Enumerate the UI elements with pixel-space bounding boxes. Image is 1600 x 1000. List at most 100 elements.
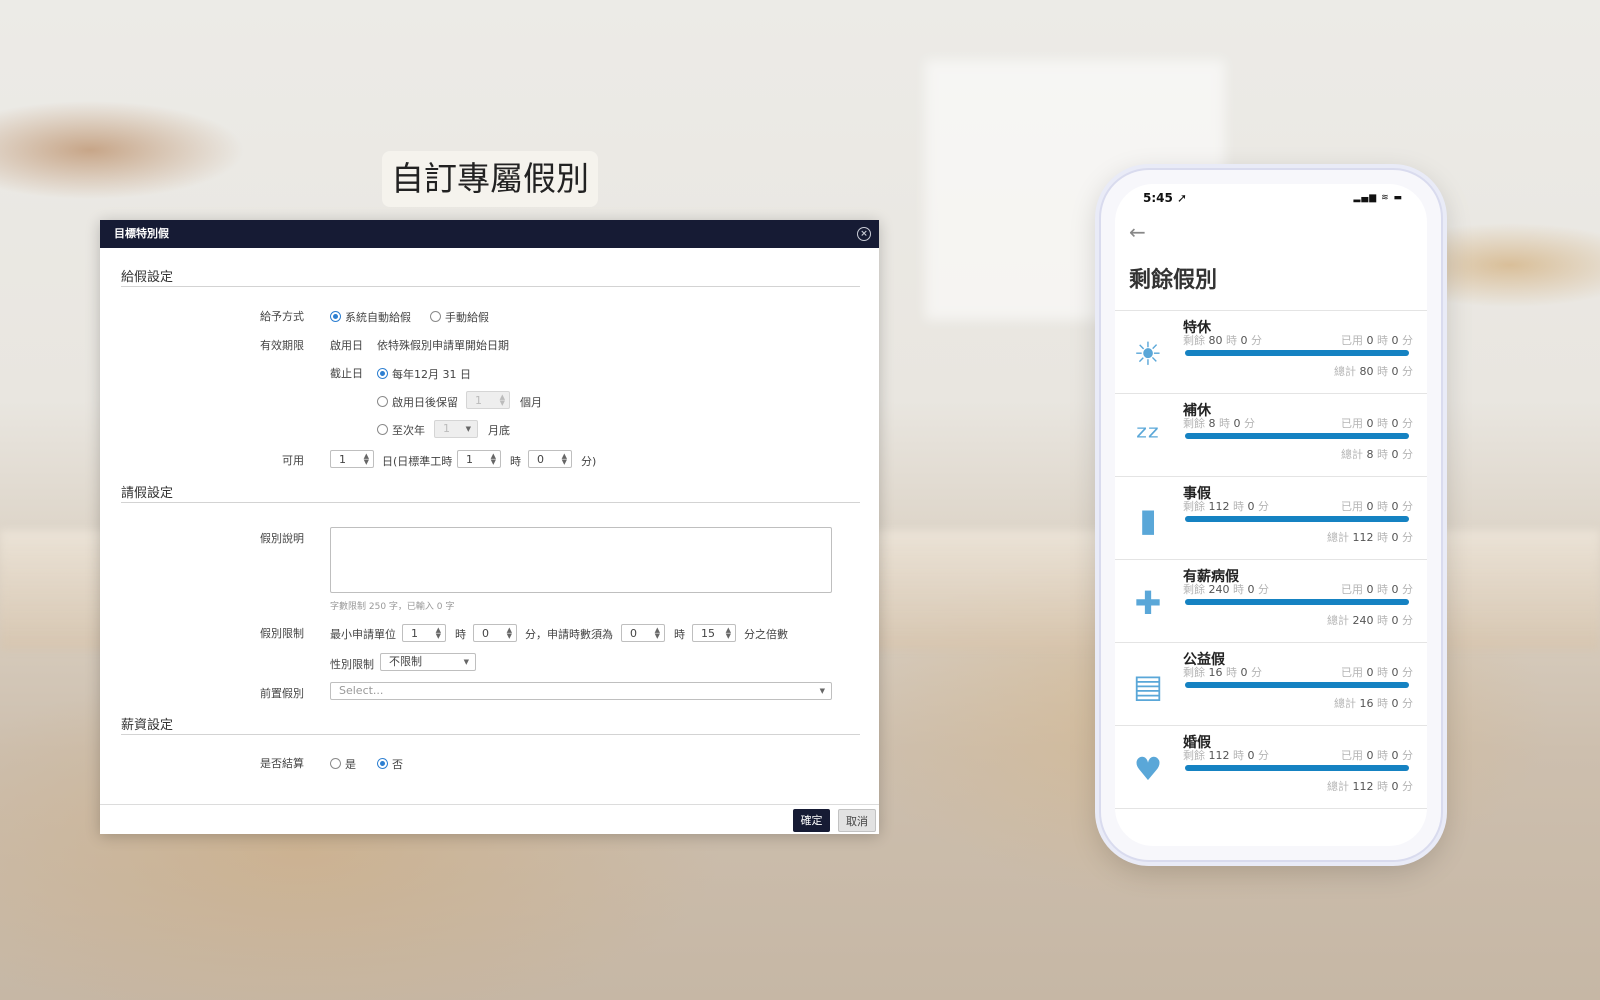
- radio-auto-grant[interactable]: 系統自動給假: [330, 309, 411, 325]
- leave-remaining: 剩餘 112 時 0 分: [1183, 747, 1269, 763]
- used-minutes: 0: [1391, 500, 1399, 513]
- confirm-button[interactable]: 確定: [793, 809, 830, 832]
- leave-used: 已用 0 時 0 分: [1341, 747, 1413, 763]
- radio-manual-grant[interactable]: 手動給假: [430, 309, 489, 325]
- hour-unit: 時: [1377, 666, 1388, 679]
- used-key: 已用: [1341, 500, 1363, 513]
- leave-item[interactable]: ▤ 公益假 剩餘 16 時 0 分已用 0 時 0 分總計 16 時 0 分: [1115, 642, 1427, 725]
- hour-unit: 時: [1377, 417, 1388, 430]
- radio-end-keep-months[interactable]: 啟用日後保留: [377, 394, 458, 410]
- multiple-minutes-stepper[interactable]: 15 ▲ ▼: [692, 624, 736, 642]
- stepper-arrows-icon: ▲ ▼: [561, 452, 567, 466]
- radio-selected-icon: [377, 758, 388, 769]
- total-key: 總計: [1327, 531, 1349, 544]
- keep-months-stepper[interactable]: 1 ▲ ▼: [466, 391, 510, 409]
- min-hours-stepper[interactable]: 1 ▲ ▼: [402, 624, 446, 642]
- minute-unit: 分: [1258, 749, 1269, 762]
- stepper-arrows-icon: ▲ ▼: [499, 393, 505, 407]
- hour-unit: 時: [1377, 780, 1388, 793]
- min-minutes-stepper[interactable]: 0 ▲ ▼: [473, 624, 517, 642]
- settle-yes-label: 是: [345, 758, 356, 771]
- leave-total: 總計 112 時 0 分: [1327, 778, 1413, 794]
- leave-item[interactable]: ✚ 有薪病假 剩餘 240 時 0 分已用 0 時 0 分總計 240 時 0 分: [1115, 559, 1427, 642]
- stepper-arrows-icon: ▲ ▼: [506, 626, 512, 640]
- radio-manual-label: 手動給假: [445, 311, 489, 324]
- grant-section-title: 給假設定: [121, 270, 174, 285]
- available-hours-stepper[interactable]: 1 ▲ ▼: [457, 450, 501, 468]
- apply-section-title: 請假設定: [121, 486, 174, 501]
- minute-unit: 分: [1402, 666, 1413, 679]
- stepper-value: 1: [475, 394, 482, 407]
- gender-limit-select[interactable]: 不限制 ▼: [380, 653, 476, 671]
- used-minutes: 0: [1391, 417, 1399, 430]
- used-key: 已用: [1341, 583, 1363, 596]
- back-arrow-icon[interactable]: ←: [1129, 220, 1146, 244]
- hour-unit: 時: [1377, 500, 1388, 513]
- multiple-hours-stepper[interactable]: 0 ▲ ▼: [621, 624, 665, 642]
- stepper-value: 0: [630, 627, 637, 640]
- stepper-arrows-icon: ▲ ▼: [363, 452, 369, 466]
- hour-unit: 時: [1377, 531, 1388, 544]
- dialog-title: 目標特別假: [114, 227, 169, 240]
- progress-fill: [1185, 350, 1409, 356]
- stepper-arrows-icon: ▲ ▼: [654, 626, 660, 640]
- total-hours: 112: [1352, 531, 1374, 544]
- leave-remaining: 剩餘 8 時 0 分: [1183, 415, 1255, 431]
- multiple-text: 分，申請時數須為: [525, 628, 613, 641]
- prereq-leave-select[interactable]: Select... ▼: [330, 682, 832, 700]
- radio-unselected-icon: [330, 758, 341, 769]
- radio-settle-no[interactable]: 否: [377, 756, 403, 772]
- total-key: 總計: [1341, 448, 1363, 461]
- leave-total: 總計 112 時 0 分: [1327, 529, 1413, 545]
- divider: [121, 734, 860, 735]
- close-icon[interactable]: ×: [857, 227, 871, 241]
- leave-desc-label: 假別說明: [260, 532, 304, 545]
- used-hours: 0: [1366, 334, 1374, 347]
- radio-selected-icon: [330, 311, 341, 322]
- dialog-titlebar: 目標特別假 ×: [100, 220, 879, 248]
- radio-end-yearly[interactable]: 每年12月 31 日: [377, 366, 471, 382]
- stepper-value: 1: [411, 627, 418, 640]
- used-key: 已用: [1341, 417, 1363, 430]
- stepper-value: 1: [466, 453, 473, 466]
- remaining-hours: 8: [1208, 417, 1216, 430]
- hour-unit: 時: [1233, 749, 1244, 762]
- remaining-hours: 112: [1208, 500, 1230, 513]
- progress-fill: [1185, 433, 1409, 439]
- cancel-button[interactable]: 取消: [838, 809, 876, 832]
- hours-unit: 時: [510, 455, 521, 468]
- radio-end-next-year[interactable]: 至次年: [377, 422, 425, 438]
- leave-item[interactable]: ᶻᶻ 補休 剩餘 8 時 0 分已用 0 時 0 分總計 8 時 0 分: [1115, 393, 1427, 476]
- total-minutes: 0: [1391, 697, 1399, 710]
- remaining-hours: 240: [1208, 583, 1230, 596]
- leave-total: 總計 8 時 0 分: [1341, 446, 1413, 462]
- total-minutes: 0: [1391, 780, 1399, 793]
- progress-fill: [1185, 765, 1409, 771]
- stepper-value: 1: [339, 453, 346, 466]
- leave-remaining: 剩餘 240 時 0 分: [1183, 581, 1269, 597]
- leave-desc-textarea[interactable]: [330, 527, 832, 593]
- used-hours: 0: [1366, 500, 1374, 513]
- next-year-month-select[interactable]: 1 ▼: [434, 420, 478, 438]
- leave-remaining: 剩餘 16 時 0 分: [1183, 664, 1262, 680]
- radio-settle-yes[interactable]: 是: [330, 756, 356, 772]
- hour-unit: 時: [1233, 500, 1244, 513]
- leave-item[interactable]: ♥ 婚假 剩餘 112 時 0 分已用 0 時 0 分總計 112 時 0 分: [1115, 725, 1427, 809]
- end-date-label: 截止日: [330, 367, 363, 380]
- minute-unit: 分: [1402, 448, 1413, 461]
- progress-fill: [1185, 599, 1409, 605]
- available-days-stepper[interactable]: 1 ▲ ▼: [330, 450, 374, 468]
- char-count-hint: 字數限制 250 字，已輸入 0 字: [330, 602, 455, 612]
- remaining-key: 剩餘: [1183, 417, 1205, 430]
- leave-item[interactable]: ☀ 特休 剩餘 80 時 0 分已用 0 時 0 分總計 80 時 0 分: [1115, 310, 1427, 393]
- available-minutes-stepper[interactable]: 0 ▲ ▼: [528, 450, 572, 468]
- hours-unit: 時: [455, 628, 466, 641]
- used-hours: 0: [1366, 666, 1374, 679]
- min-unit-label: 最小申請單位: [330, 628, 396, 641]
- leave-used: 已用 0 時 0 分: [1341, 332, 1413, 348]
- leave-item[interactable]: ▮ 事假 剩餘 112 時 0 分已用 0 時 0 分總計 112 時 0 分: [1115, 476, 1427, 559]
- wedding-heart-icon: ♥: [1133, 750, 1163, 788]
- used-hours: 0: [1366, 749, 1374, 762]
- total-key: 總計: [1327, 614, 1349, 627]
- radio-unselected-icon: [377, 396, 388, 407]
